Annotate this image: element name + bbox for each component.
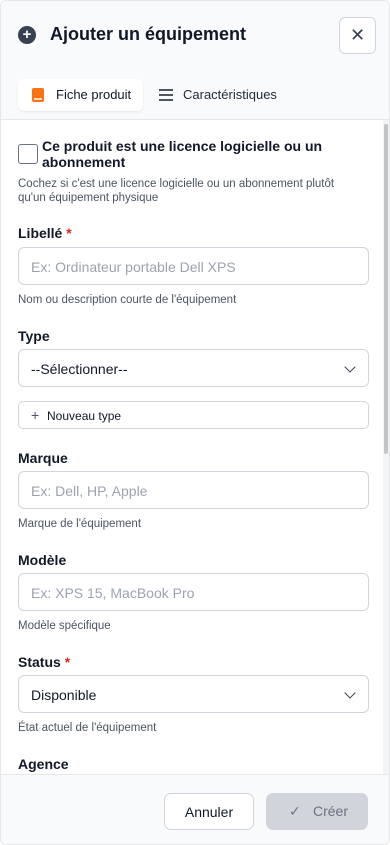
license-checkbox[interactable]	[18, 144, 38, 164]
new-type-button[interactable]: + Nouveau type	[18, 401, 369, 429]
chevron-down-icon	[344, 361, 356, 373]
status-help-text: État actuel de l'équipement	[18, 722, 157, 734]
plus-icon: +	[31, 407, 40, 423]
type-select[interactable]: --Sélectionner--	[18, 349, 369, 387]
libelle-help-text: Nom ou description courte de l'équipemen…	[18, 294, 237, 306]
libelle-input[interactable]: Ex: Ordinateur portable Dell XPS	[18, 247, 369, 285]
panel-header: + Ajouter un équipement ✕	[1, 1, 389, 69]
status-select-value: Disponible	[31, 687, 97, 703]
plus-circle-icon: +	[18, 26, 36, 44]
marque-placeholder: Ex: Dell, HP, Apple	[31, 483, 148, 499]
modele-help-text: Modèle spécifique	[18, 620, 111, 632]
license-checkbox-label[interactable]: Ce produit est une licence logicielle ou…	[42, 138, 342, 170]
required-mark: *	[64, 654, 71, 670]
list-icon	[159, 88, 173, 101]
type-select-value: --Sélectionner--	[31, 361, 128, 377]
create-button-label: Créer	[313, 803, 349, 819]
scrollbar-thumb[interactable]	[384, 124, 388, 454]
libelle-placeholder: Ex: Ordinateur portable Dell XPS	[31, 259, 236, 275]
modele-label: Modèle	[18, 552, 67, 568]
close-button[interactable]: ✕	[339, 17, 376, 54]
scrollbar[interactable]	[383, 120, 389, 774]
status-label-text: Status	[18, 654, 61, 670]
close-icon: ✕	[349, 25, 366, 45]
modele-placeholder: Ex: XPS 15, MacBook Pro	[31, 585, 195, 601]
cancel-button[interactable]: Annuler	[164, 793, 254, 830]
book-icon	[32, 88, 44, 102]
status-label: Status *	[18, 654, 70, 670]
cancel-button-label: Annuler	[184, 804, 234, 820]
marque-label: Marque	[18, 450, 68, 466]
panel-footer: Annuler ✓ Créer	[1, 774, 389, 844]
tab-bar: Fiche produit Caractéristiques	[1, 69, 389, 120]
required-mark: *	[66, 225, 72, 241]
new-type-label: Nouveau type	[47, 409, 122, 423]
modele-input[interactable]: Ex: XPS 15, MacBook Pro	[18, 573, 369, 611]
libelle-label: Libellé *	[18, 225, 72, 241]
status-select[interactable]: Disponible	[18, 675, 369, 713]
form-scroll-area[interactable]: Ce produit est une licence logicielle ou…	[1, 120, 389, 774]
chevron-down-icon	[344, 687, 356, 699]
create-button[interactable]: ✓ Créer	[266, 793, 368, 830]
add-equipment-panel: + Ajouter un équipement ✕ Fiche produit …	[0, 0, 390, 845]
marque-input[interactable]: Ex: Dell, HP, Apple	[18, 471, 369, 509]
tab-fiche-produit[interactable]: Fiche produit	[18, 79, 143, 111]
tab-label: Caractéristiques	[183, 87, 277, 102]
page-title: Ajouter un équipement	[50, 24, 247, 44]
libelle-label-text: Libellé	[18, 225, 63, 241]
license-help-text: Cochez si c'est une licence logicielle o…	[18, 178, 335, 204]
type-label: Type	[18, 328, 50, 344]
tab-caracteristiques[interactable]: Caractéristiques	[159, 79, 289, 111]
tab-label: Fiche produit	[56, 87, 132, 102]
agence-label: Agence	[18, 756, 69, 772]
marque-help-text: Marque de l'équipement	[18, 518, 142, 530]
check-icon: ✓	[289, 803, 301, 819]
